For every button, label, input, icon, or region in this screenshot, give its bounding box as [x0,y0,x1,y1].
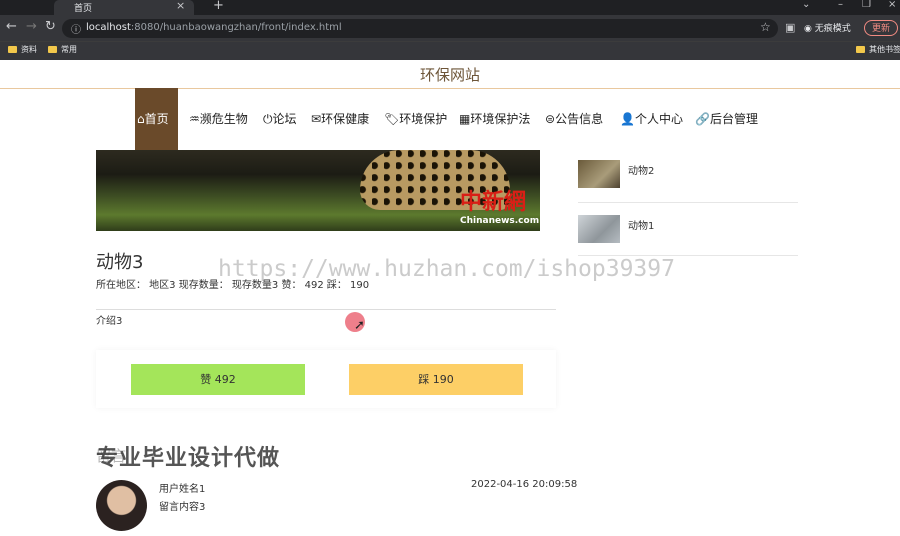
nav-user-center[interactable]: 👤个人中心 [620,110,683,127]
sidebar-toggle-icon[interactable]: ▣ [785,21,795,34]
folder-icon [8,46,17,53]
sidebar-divider [578,202,798,203]
bookmarks-bar [0,41,900,60]
nav-forum[interactable]: ⏻论坛 [263,110,297,127]
animal-intro: 介绍3 [96,316,123,327]
other-bookmarks[interactable]: 其他书签 [856,44,900,55]
bookmark-folder-2[interactable]: 常用 [48,44,77,55]
watermark-text: https://www.huzhan.com/ishop39397 [218,256,675,282]
sidebar-item-name[interactable]: 动物2 [628,162,654,177]
incognito-profile-button[interactable]: ◉ 无痕模式 [804,21,851,34]
forum-icon: ⏻ [263,112,273,126]
forward-icon[interactable]: → [26,19,37,34]
comment-user: 用户姓名1 [159,484,206,495]
nav-home[interactable]: ⌂首页 [137,110,169,127]
bookmark-star-icon[interactable]: ☆ [760,20,771,34]
window-close-icon[interactable]: × [888,0,896,10]
nav-endangered[interactable]: ♒濒危生物 [189,110,248,127]
browser-tab-title: 首页 [74,4,93,14]
sidebar-item-name[interactable]: 动物1 [628,217,654,232]
tag-icon: 🏷 [384,112,400,126]
incognito-icon: ◉ [804,24,815,34]
notice-icon: ⊜ [545,112,556,126]
link-icon: 🔗 [695,112,710,126]
mail-icon: ✉ [311,112,322,126]
nav-health[interactable]: ✉环保健康 [311,110,369,127]
nav-notice[interactable]: ⊜公告信息 [545,110,603,127]
comment-content: 留言内容3 [159,502,206,513]
chinanews-logo: 中新網 [460,189,527,215]
endangered-icon: ♒ [189,112,200,126]
user-icon: 👤 [620,112,635,126]
nav-admin[interactable]: 🔗后台管理 [695,110,758,127]
home-icon: ⌂ [137,112,145,126]
minimize-icon[interactable]: – [838,0,843,10]
back-icon[interactable]: ← [6,19,17,34]
grid-icon: ▦ [459,112,471,126]
like-button[interactable]: 赞 492 [131,364,305,395]
nav-law[interactable]: ▦环境保护法 [459,110,530,127]
update-button[interactable]: 更新 [864,20,898,36]
url-text[interactable]: localhost:8080/huanbaowangzhan/front/ind… [86,22,342,33]
sidebar-thumb-2[interactable] [578,215,620,243]
reload-icon[interactable]: ↻ [45,19,56,34]
dislike-button[interactable]: 踩 190 [349,364,523,395]
tab-close-icon[interactable]: × [176,0,185,12]
site-title: 环保网站 [419,66,480,84]
tab-search-icon[interactable]: ⌄ [802,0,810,10]
nav-protection[interactable]: 🏷环境保护 [384,110,447,127]
chinanews-logo-en: Chinanews.com [460,216,540,226]
mouse-cursor-icon: ➚ [354,318,365,333]
folder-icon [48,46,57,53]
comments-title: 留言 [96,447,127,465]
info-icon[interactable]: ⓘ [71,21,81,36]
maximize-icon[interactable]: ❐ [862,0,871,10]
sidebar-thumb-1[interactable] [578,160,620,188]
new-tab-icon[interactable]: + [213,0,224,13]
folder-icon [856,46,865,53]
bookmark-folder-1[interactable]: 资料 [8,44,37,55]
detail-divider [96,309,556,310]
animal-name: 动物3 [96,252,144,273]
comment-time: 2022-04-16 20:09:58 [471,479,578,490]
avatar [96,480,147,531]
